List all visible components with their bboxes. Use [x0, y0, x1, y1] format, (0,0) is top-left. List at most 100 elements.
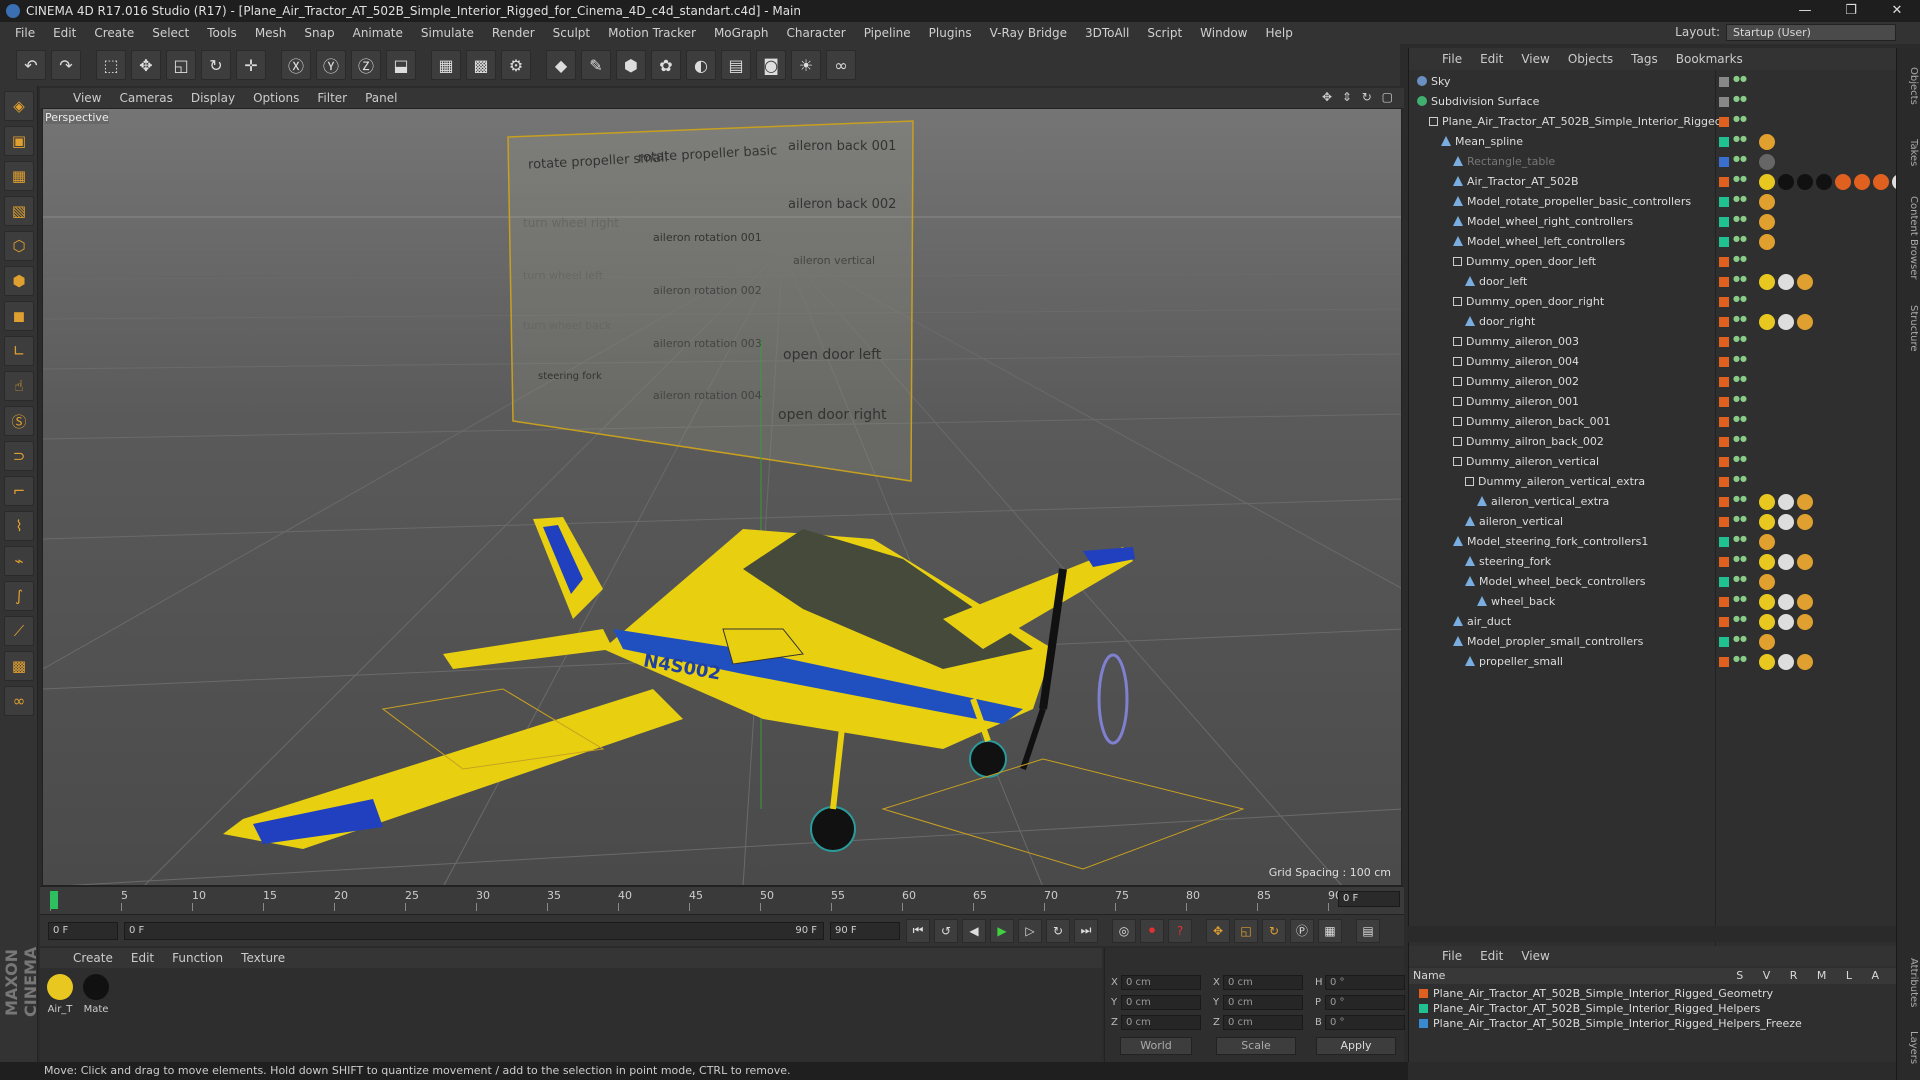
x-axis-lock-icon[interactable]: Ⓧ: [281, 50, 311, 80]
key-scale-icon[interactable]: ◱: [1234, 918, 1258, 943]
tag-icon[interactable]: [1759, 494, 1775, 510]
tag-icon[interactable]: [1797, 174, 1813, 190]
visibility-dots-icon[interactable]: ●●: [1733, 335, 1747, 348]
go-to-end-icon[interactable]: ⏭: [1074, 918, 1098, 943]
material-menu-edit[interactable]: Edit: [122, 951, 163, 965]
tag-icon[interactable]: [1797, 274, 1813, 290]
menu-motion-tracker[interactable]: Motion Tracker: [599, 26, 705, 40]
floor-icon[interactable]: ▤: [721, 50, 751, 80]
layer-color-swatch[interactable]: [1719, 377, 1729, 387]
knife-icon[interactable]: ⟋: [4, 616, 34, 646]
end-frame-field[interactable]: 90 F: [830, 921, 900, 940]
layer-color-swatch[interactable]: [1719, 497, 1729, 507]
edges-mode-icon[interactable]: ⬢: [4, 266, 34, 296]
brush-icon[interactable]: ⌇: [4, 511, 34, 541]
position-x-field[interactable]: 0 cm: [1121, 974, 1201, 990]
object-row[interactable]: aileron_vertical ●●: [1409, 512, 1897, 532]
deformer-icon[interactable]: ◐: [686, 50, 716, 80]
tab-objects[interactable]: Objects: [1899, 56, 1919, 116]
tag-icon[interactable]: [1797, 514, 1813, 530]
world-select[interactable]: World: [1120, 1037, 1192, 1055]
visibility-dots-icon[interactable]: ●●: [1733, 375, 1747, 388]
menu-simulate[interactable]: Simulate: [412, 26, 483, 40]
layer-color-swatch[interactable]: [1719, 437, 1729, 447]
python-script-icon[interactable]: ∞: [4, 686, 34, 716]
cloner-icon[interactable]: ✿: [651, 50, 681, 80]
camera-icon[interactable]: ◙: [756, 50, 786, 80]
layer-color-swatch[interactable]: [1719, 397, 1729, 407]
rotation-h-field[interactable]: 0 °: [1325, 974, 1405, 990]
workplane-icon[interactable]: ▧: [4, 196, 34, 226]
object-row[interactable]: door_right ●●: [1409, 312, 1897, 332]
object-row[interactable]: Air_Tractor_AT_502B ●●: [1409, 172, 1908, 192]
rotate-icon[interactable]: ↻: [201, 50, 231, 80]
visibility-dots-icon[interactable]: ●●: [1733, 135, 1747, 148]
object-row[interactable]: Dummy_aileron_001 ●●: [1409, 392, 1897, 412]
points-mode-icon[interactable]: ⬡: [4, 231, 34, 261]
layer-color-swatch[interactable]: [1719, 277, 1729, 287]
render-settings-icon[interactable]: ⚙: [501, 50, 531, 80]
object-row[interactable]: Dummy_open_door_left ●●: [1409, 252, 1897, 272]
layer-color-swatch[interactable]: [1719, 157, 1729, 167]
layer-color-swatch[interactable]: [1719, 137, 1729, 147]
tag-icon[interactable]: [1873, 174, 1889, 190]
tag-icon[interactable]: [1759, 514, 1775, 530]
visibility-dots-icon[interactable]: ●●: [1733, 635, 1747, 648]
viewport-menu-panel[interactable]: Panel: [356, 91, 406, 105]
layer-color-swatch[interactable]: [1719, 257, 1729, 267]
grid-icon[interactable]: ▩: [4, 651, 34, 681]
tag-icon[interactable]: [1759, 174, 1775, 190]
menu-sculpt[interactable]: Sculpt: [544, 26, 599, 40]
tag-icon[interactable]: [1778, 554, 1794, 570]
layer-color-swatch[interactable]: [1719, 197, 1729, 207]
material-item[interactable]: Air_T: [44, 974, 76, 1015]
visibility-dots-icon[interactable]: ●●: [1733, 195, 1747, 208]
visibility-dots-icon[interactable]: ●●: [1733, 615, 1747, 628]
tag-icon[interactable]: [1797, 554, 1813, 570]
visibility-dots-icon[interactable]: ●●: [1733, 395, 1747, 408]
menu-vray-bridge[interactable]: V-Ray Bridge: [981, 26, 1076, 40]
object-horizontal-scrollbar[interactable]: [1408, 926, 1896, 942]
start-frame-field[interactable]: 0 F: [48, 921, 118, 940]
menu-pipeline[interactable]: Pipeline: [855, 26, 920, 40]
object-row[interactable]: Dummy_open_door_right ●●: [1409, 292, 1897, 312]
subdivision-icon[interactable]: ⬢: [616, 50, 646, 80]
layer-menu-edit[interactable]: Edit: [1471, 949, 1512, 963]
paint-icon[interactable]: ⌁: [4, 546, 34, 576]
object-row[interactable]: Model_wheel_left_controllers ●●: [1409, 232, 1897, 252]
tag-icon[interactable]: [1778, 594, 1794, 610]
menu-script[interactable]: Script: [1138, 26, 1191, 40]
object-row[interactable]: Mean_spline ●●: [1409, 132, 1897, 152]
tag-icon[interactable]: [1797, 654, 1813, 670]
visibility-dots-icon[interactable]: ●●: [1733, 295, 1747, 308]
magnet-icon[interactable]: ⊃: [4, 441, 34, 471]
tag-icon[interactable]: [1759, 594, 1775, 610]
layer-color-swatch[interactable]: [1719, 537, 1729, 547]
scale-select[interactable]: Scale: [1216, 1037, 1296, 1055]
layer-row[interactable]: Plane_Air_Tractor_AT_502B_Simple_Interio…: [1409, 1016, 1897, 1031]
light-icon[interactable]: ☀: [791, 50, 821, 80]
tag-icon[interactable]: [1759, 234, 1775, 250]
object-row[interactable]: Dummy_aileron_back_001 ●●: [1409, 412, 1897, 432]
layer-color-swatch[interactable]: [1719, 617, 1729, 627]
viewport-menu-cameras[interactable]: Cameras: [110, 91, 181, 105]
layer-color-swatch[interactable]: [1719, 457, 1729, 467]
visibility-dots-icon[interactable]: ●●: [1733, 575, 1747, 588]
render-view-icon[interactable]: ▦: [431, 50, 461, 80]
menu-animate[interactable]: Animate: [344, 26, 412, 40]
y-axis-lock-icon[interactable]: Ⓨ: [316, 50, 346, 80]
layer-color-swatch[interactable]: [1719, 337, 1729, 347]
visibility-dots-icon[interactable]: ●●: [1733, 95, 1747, 108]
autokey-icon[interactable]: ⏺: [1140, 918, 1164, 943]
layer-color-swatch[interactable]: [1719, 417, 1729, 427]
viewport-menu-options[interactable]: Options: [244, 91, 308, 105]
object-menu-bookmarks[interactable]: Bookmarks: [1667, 52, 1752, 66]
visibility-dots-icon[interactable]: ●●: [1733, 555, 1747, 568]
tag-icon[interactable]: [1759, 614, 1775, 630]
material-menu-create[interactable]: Create: [64, 951, 122, 965]
model-mode-icon[interactable]: ▣: [4, 126, 34, 156]
tag-icon[interactable]: [1797, 614, 1813, 630]
object-row[interactable]: Subdivision Surface ●●: [1409, 92, 1897, 112]
object-menu-file[interactable]: File: [1433, 52, 1471, 66]
keyframe-selection-icon[interactable]: ?: [1168, 918, 1192, 943]
